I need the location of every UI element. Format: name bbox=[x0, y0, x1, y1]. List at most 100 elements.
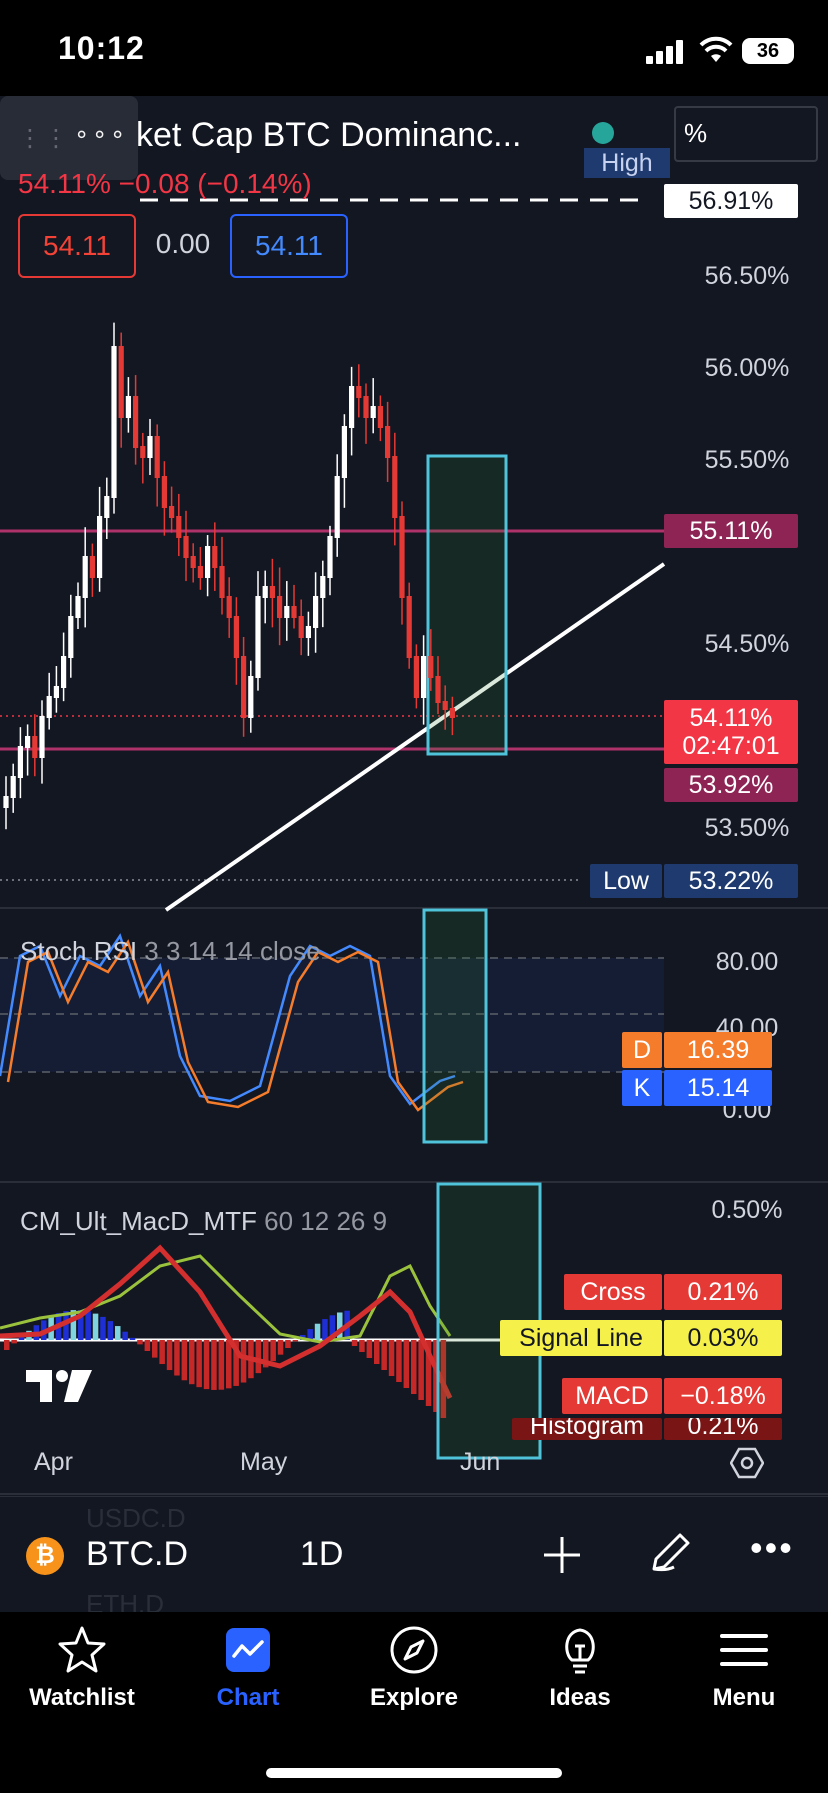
ask-box[interactable]: 54.11 bbox=[230, 214, 348, 278]
macd-histogram-bar bbox=[285, 1340, 291, 1348]
macd-histogram-bar bbox=[366, 1340, 373, 1358]
candle-body bbox=[406, 596, 412, 658]
support-price-tag: 53.92% bbox=[664, 768, 798, 802]
macd-histogram-bar bbox=[322, 1319, 328, 1340]
nav-label: Chart bbox=[216, 1684, 280, 1711]
candle-body bbox=[125, 396, 131, 418]
percent-scale-toggle[interactable]: % bbox=[674, 106, 818, 162]
macd-histogram-bar bbox=[100, 1316, 106, 1340]
macd-histogram-bar bbox=[351, 1340, 358, 1346]
nav-watchlist[interactable]: Watchlist bbox=[2, 1624, 162, 1712]
macd-histogram-bar bbox=[115, 1326, 121, 1340]
candle-body bbox=[147, 436, 153, 458]
macd-name: CM_Ult_MacD_MTF bbox=[20, 1206, 257, 1236]
candle-body bbox=[205, 546, 211, 578]
candle-body bbox=[449, 708, 455, 718]
chart-area[interactable]: ⋮⋮ ∘∘∘ ket Cap BTC Dominanc... % High 54… bbox=[0, 96, 828, 1496]
more-options-icon[interactable]: ••• bbox=[750, 1527, 794, 1569]
candle-body bbox=[161, 476, 167, 508]
nav-chart[interactable]: Chart bbox=[168, 1624, 328, 1712]
macd-histogram-bar bbox=[122, 1331, 128, 1340]
nav-explore[interactable]: Explore bbox=[334, 1624, 494, 1712]
add-icon[interactable] bbox=[540, 1533, 584, 1577]
candle-body bbox=[313, 596, 319, 628]
bitcoin-icon: ₿ bbox=[26, 1537, 64, 1575]
cross-label: Cross bbox=[564, 1274, 662, 1310]
candle-body bbox=[262, 586, 268, 598]
macd-params: 60 12 26 9 bbox=[264, 1206, 388, 1236]
candle-body bbox=[133, 396, 139, 448]
home-indicator bbox=[266, 1768, 562, 1778]
last-price: 54.11% bbox=[689, 704, 773, 732]
battery-icon: 36 bbox=[742, 38, 794, 64]
macd-histogram-bar bbox=[277, 1340, 284, 1355]
candle-body bbox=[3, 796, 9, 808]
low-label: Low bbox=[590, 864, 662, 898]
candle-body bbox=[370, 406, 376, 418]
candle-body bbox=[435, 676, 441, 703]
spread-value: 0.00 bbox=[155, 228, 211, 259]
macd-histogram-bar bbox=[11, 1340, 17, 1344]
symbol-title[interactable]: ket Cap BTC Dominanc... bbox=[136, 116, 521, 155]
candle-body bbox=[82, 556, 88, 598]
macd-title[interactable]: CM_Ult_MacD_MTF 60 12 26 9 bbox=[20, 1206, 387, 1237]
stoch-rsi-title[interactable]: Stoch RSI 3 3 14 14 close bbox=[20, 936, 321, 967]
candle-body bbox=[154, 436, 160, 478]
candle-body bbox=[68, 616, 74, 658]
symbol-selector[interactable]: BTC.D bbox=[86, 1535, 188, 1574]
price-axis-label: 55.50% bbox=[704, 446, 790, 474]
macd-histogram-bar bbox=[411, 1340, 417, 1394]
candle-body bbox=[305, 626, 311, 638]
nav-label: Explore bbox=[369, 1684, 459, 1711]
symbol-toolbar: USDC.D ₿ BTC.D 1D ••• ETH.D bbox=[0, 1496, 828, 1619]
candle-body bbox=[320, 576, 326, 598]
candle-body bbox=[269, 586, 275, 598]
candle-body bbox=[46, 696, 52, 718]
bottom-navigation: Watchlist Chart Explore Ideas Menu bbox=[0, 1612, 828, 1793]
stoch-rsi-params: 3 3 14 14 close bbox=[144, 936, 321, 966]
drag-handle-icon[interactable]: ⋮⋮ bbox=[18, 124, 70, 153]
price-axis-label: 56.50% bbox=[704, 262, 790, 290]
macd-histogram-bar bbox=[196, 1340, 202, 1388]
wifi-icon bbox=[699, 36, 733, 62]
candle-body bbox=[442, 701, 448, 710]
cellular-signal-icon bbox=[646, 40, 683, 64]
bid-box[interactable]: 54.11 bbox=[18, 214, 136, 278]
candle-body bbox=[183, 536, 189, 558]
macd-histogram-bar bbox=[144, 1340, 151, 1352]
macd-value: −0.18% bbox=[664, 1378, 782, 1414]
legend-more-icon[interactable]: ∘∘∘ bbox=[74, 120, 128, 149]
nav-label: Watchlist bbox=[29, 1684, 135, 1711]
stoch-highlight-box bbox=[422, 908, 488, 1144]
nav-menu[interactable]: Menu bbox=[664, 1624, 824, 1712]
macd-histogram-bar bbox=[181, 1340, 188, 1381]
candle-body bbox=[248, 676, 254, 718]
macd-histogram-bar bbox=[396, 1340, 402, 1382]
resistance-price-tag: 55.11% bbox=[664, 514, 798, 548]
pencil-icon[interactable] bbox=[644, 1527, 696, 1579]
chart-settings-icon[interactable] bbox=[730, 1446, 764, 1480]
candle-body bbox=[277, 596, 283, 618]
status-bar: 10:12 36 bbox=[0, 0, 828, 96]
stoch-d-value: 16.39 bbox=[664, 1032, 772, 1068]
trend-line bbox=[164, 562, 666, 912]
interval-selector[interactable]: 1D bbox=[300, 1535, 343, 1574]
macd-histogram-bar bbox=[240, 1340, 247, 1383]
low-price-tag: 53.22% bbox=[664, 864, 798, 898]
highlight-box bbox=[426, 454, 508, 756]
macd-histogram-bar bbox=[388, 1340, 395, 1376]
candle-body bbox=[32, 736, 38, 758]
nav-ideas[interactable]: Ideas bbox=[500, 1624, 660, 1712]
macd-histogram-bar bbox=[374, 1340, 380, 1364]
tradingview-logo bbox=[26, 1370, 92, 1402]
candle-body bbox=[363, 396, 369, 418]
macd-histogram-bar bbox=[107, 1321, 114, 1340]
candle-body bbox=[75, 596, 81, 618]
stoch-band bbox=[0, 958, 664, 1072]
stoch-k-label: K bbox=[622, 1070, 662, 1106]
stoch-k-value: 15.14 bbox=[664, 1070, 772, 1106]
candle-body bbox=[190, 556, 196, 568]
compass-icon bbox=[390, 1626, 438, 1674]
macd-histogram-bar bbox=[129, 1337, 136, 1340]
candle-body bbox=[241, 656, 247, 718]
